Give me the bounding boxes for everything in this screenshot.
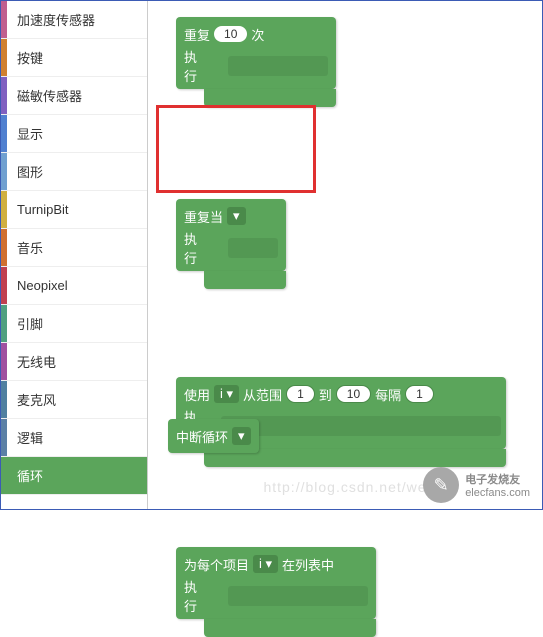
repeat-unit: 次 — [251, 25, 264, 44]
category-sidebar: 加速度传感器按键磁敏传感器显示图形 TurnipBit 音乐 Neopixel 引脚无线… — [1, 1, 148, 509]
repeat-while-block[interactable]: 重复当 ▾ 执行 — [176, 199, 286, 271]
sidebar-item-label: 引脚 — [7, 314, 43, 333]
for-from-input[interactable]: 1 — [286, 385, 315, 403]
sidebar-item-12[interactable]: 循环 — [1, 457, 147, 495]
sidebar-item-8[interactable]: 引脚 — [1, 305, 147, 343]
break-label: 中断循环 — [176, 427, 228, 446]
sidebar-item-label: 循环 — [7, 466, 43, 485]
for-from-label: 从范围 — [243, 385, 282, 404]
sidebar-item-label: 按键 — [7, 48, 43, 67]
for-var-dropdown[interactable]: i ▾ — [214, 385, 239, 403]
sidebar-item-0[interactable]: 加速度传感器 — [1, 1, 147, 39]
repeat-times-block[interactable]: 重复 10 次 执行 — [176, 17, 336, 89]
repeat-do-label: 执行 — [184, 47, 204, 85]
foreach-each-label: 为每个项目 — [184, 555, 249, 574]
sidebar-item-6[interactable]: 音乐 — [1, 229, 147, 267]
site-logo: ✎ 电子发烧友 elecfans.com — [423, 467, 530, 503]
sidebar-item-label: 音乐 — [7, 238, 43, 257]
footer-url: elecfans.com — [465, 487, 530, 499]
break-loop-block[interactable]: 中断循环 ▾ — [168, 419, 259, 453]
dropdown-icon[interactable]: ▾ — [227, 207, 246, 225]
sidebar-item-3[interactable]: 显示 — [1, 115, 147, 153]
logo-icon: ✎ — [423, 467, 459, 503]
sidebar-item-1[interactable]: 按键 — [1, 39, 147, 77]
sidebar-item-label: TurnipBit — [7, 202, 69, 217]
for-step-label: 每隔 — [375, 385, 401, 404]
foreach-block[interactable]: 为每个项目 i ▾ 在列表中 执行 — [176, 547, 376, 619]
footer-title: 电子发烧友 — [465, 471, 530, 487]
watermark-text: http://blog.csdn.net/we — [263, 479, 426, 495]
for-to-label: 到 — [319, 385, 332, 404]
dropdown-icon[interactable]: ▾ — [232, 427, 251, 445]
sidebar-item-2[interactable]: 磁敏传感器 — [1, 77, 147, 115]
sidebar-item-label: 图形 — [7, 162, 43, 181]
while-label: 重复当 — [184, 207, 223, 226]
sidebar-item-label: 加速度传感器 — [7, 10, 95, 29]
for-to-input[interactable]: 10 — [336, 385, 371, 403]
repeat-count-input[interactable]: 10 — [214, 26, 247, 42]
foreach-var-dropdown[interactable]: i ▾ — [253, 555, 278, 573]
foreach-in-label: 在列表中 — [282, 555, 334, 574]
sidebar-item-10[interactable]: 麦克风 — [1, 381, 147, 419]
for-use-label: 使用 — [184, 385, 210, 404]
sidebar-item-5[interactable]: TurnipBit — [1, 191, 147, 229]
sidebar-item-label: Neopixel — [7, 278, 68, 293]
sidebar-item-label: 显示 — [7, 124, 43, 143]
block-workspace[interactable]: 重复 10 次 执行 值 num 到 1 值 flag 到 1 重 — [148, 1, 542, 509]
repeat-label: 重复 — [184, 25, 210, 44]
sidebar-item-label: 磁敏传感器 — [7, 86, 82, 105]
foreach-do-label: 执行 — [184, 577, 204, 615]
sidebar-item-7[interactable]: Neopixel — [1, 267, 147, 305]
sidebar-item-label: 逻辑 — [7, 428, 43, 447]
selection-highlight — [156, 105, 316, 193]
while-do-label: 执行 — [184, 229, 204, 267]
sidebar-item-4[interactable]: 图形 — [1, 153, 147, 191]
sidebar-item-label: 麦克风 — [7, 390, 56, 409]
sidebar-item-label: 无线电 — [7, 352, 56, 371]
for-step-input[interactable]: 1 — [405, 385, 434, 403]
sidebar-item-11[interactable]: 逻辑 — [1, 419, 147, 457]
sidebar-item-9[interactable]: 无线电 — [1, 343, 147, 381]
